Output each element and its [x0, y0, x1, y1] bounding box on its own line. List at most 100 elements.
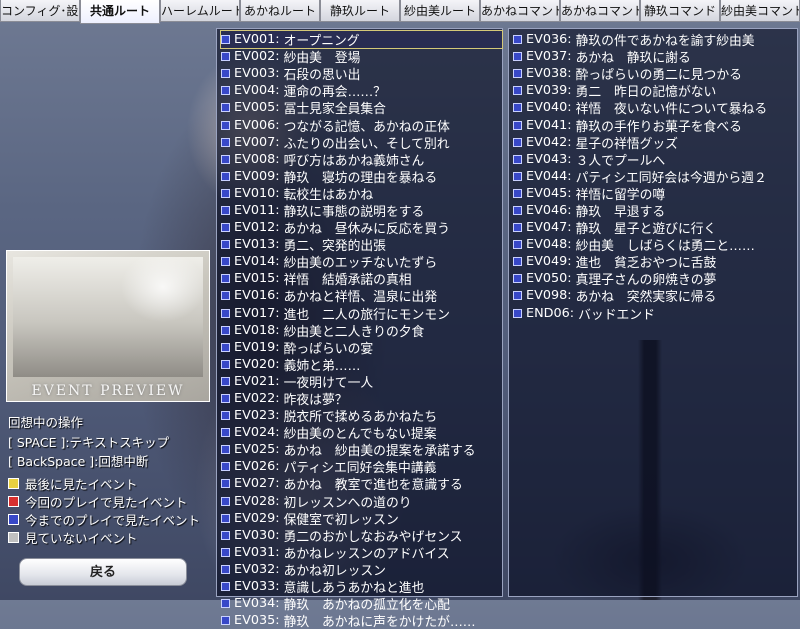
- event-item[interactable]: EV026: パティシエ同好会集中講義: [221, 458, 502, 475]
- tab-harem-route[interactable]: ハーレムルート: [160, 0, 240, 22]
- event-status-marker: [221, 530, 230, 540]
- event-item[interactable]: EV008: 呼び方はあかね義姉さん: [221, 151, 502, 168]
- legend-all-plays: 今までのプレイで見たイベント: [8, 510, 200, 529]
- event-title: 勇二 昨日の記憶がない: [575, 85, 717, 100]
- event-item[interactable]: EV042: 星子の祥悟グッズ: [513, 134, 797, 151]
- legend-label: 今回のプレイで見たイベント: [25, 495, 188, 510]
- event-item[interactable]: EV001: オープニング: [220, 29, 503, 50]
- event-item[interactable]: EV012: あかね 昼休みに反応を買う: [221, 219, 502, 236]
- event-item[interactable]: EV021: 一夜明けて一人: [221, 373, 502, 390]
- event-item[interactable]: EV033: 意識しあうあかねと進也: [221, 578, 502, 595]
- event-item[interactable]: EV039: 勇二 昨日の記憶がない: [513, 82, 797, 99]
- event-status-marker: [221, 171, 230, 181]
- tab-akane-command[interactable]: あかねコマンド: [480, 0, 560, 22]
- event-item[interactable]: EV016: あかねと祥悟、温泉に出発: [221, 287, 502, 305]
- event-item[interactable]: EV098: あかね 突然実家に帰る: [513, 287, 797, 305]
- event-item[interactable]: EV007: ふたりの出会い、そして別れ: [221, 134, 502, 151]
- event-item[interactable]: EV011: 静玖に事態の説明をする: [221, 202, 502, 219]
- event-code: EV020:: [234, 356, 280, 372]
- event-code: EV002:: [234, 49, 280, 65]
- event-item[interactable]: EV048: 紗由美 しばらくは勇二と……: [513, 236, 797, 253]
- event-item[interactable]: EV013: 勇二、突発的出張: [221, 236, 502, 253]
- event-item[interactable]: EV010: 転校生はあかね: [221, 185, 502, 202]
- event-code: EV009:: [234, 168, 280, 184]
- event-item[interactable]: EV022: 昨夜は夢？: [221, 390, 502, 407]
- event-item[interactable]: EV006: つながる記憶、あかねの正体: [221, 116, 502, 134]
- event-status-marker: [513, 154, 522, 164]
- event-item[interactable]: EV024: 紗由美のとんでもない提案: [221, 424, 502, 441]
- event-item[interactable]: EV003: 石段の思い出: [221, 65, 502, 82]
- tab-config[interactable]: コンフィグ･設定: [0, 0, 80, 22]
- event-item[interactable]: EV031: あかねレッスンのアドバイス: [221, 544, 502, 561]
- event-item[interactable]: EV040: 祥悟 夜いない件について暴ねる: [513, 99, 797, 116]
- event-item[interactable]: EV002: 紗由美 登場: [221, 48, 502, 65]
- event-code: EV039:: [526, 83, 572, 99]
- event-item[interactable]: EV043: ３人でプールへ: [513, 151, 797, 168]
- event-item[interactable]: EV030: 勇二のおかしなおみやげセンス: [221, 527, 502, 544]
- event-item[interactable]: EV004: 運命の再会……？: [221, 82, 502, 99]
- event-item[interactable]: EV029: 保健室で初レッスン: [221, 510, 502, 527]
- event-item[interactable]: EV044: パティシエ同好会は今週から週２: [513, 168, 797, 185]
- event-item[interactable]: EV034: 静玖 あかねの孤立化を心配: [221, 595, 502, 612]
- event-item[interactable]: EV036: 静玖の件であかねを諭す紗由美: [513, 31, 797, 48]
- event-code: EV045:: [526, 185, 572, 201]
- event-title: 意識しあうあかねと進也: [283, 581, 425, 596]
- tab-sayumi-command[interactable]: 紗由美コマンド: [720, 0, 800, 22]
- event-title: 祥悟に留学の噂: [575, 187, 666, 202]
- event-item[interactable]: EV037: あかね 静玖に謝る: [513, 48, 797, 65]
- event-status-marker: [221, 616, 230, 626]
- event-item[interactable]: EV025: あかね 紗由美の提案を承諾する: [221, 441, 502, 458]
- event-item[interactable]: EV047: 静玖 星子と遊びに行く: [513, 219, 797, 236]
- event-item[interactable]: EV046: 静玖 早退する: [513, 202, 797, 219]
- event-code: EV007:: [234, 134, 280, 150]
- event-title: あかね 昼休みに反応を買う: [283, 222, 450, 237]
- event-status-marker: [513, 35, 522, 45]
- event-title: 星子の祥悟グッズ: [575, 136, 678, 151]
- event-item[interactable]: EV027: あかね 教室で進也を意識する: [221, 475, 502, 493]
- event-item[interactable]: EV041: 静玖の手作りお菓子を食べる: [513, 116, 797, 134]
- event-item[interactable]: EV038: 酔っぱらいの勇二に見つかる: [513, 65, 797, 82]
- tab-sayumi-route[interactable]: 紗由美ルート: [400, 0, 480, 22]
- event-status-marker: [513, 103, 522, 113]
- tab-akane-command-2[interactable]: あかねコマンド２: [560, 0, 640, 22]
- event-item[interactable]: END06: バッドエンド: [513, 305, 797, 322]
- event-status-marker: [513, 188, 522, 198]
- event-item[interactable]: EV028: 初レッスンへの道のり: [221, 493, 502, 510]
- event-code: EV047:: [526, 220, 572, 236]
- event-item[interactable]: EV032: あかね初レッスン: [221, 561, 502, 578]
- event-item[interactable]: EV020: 義姉と弟……: [221, 356, 502, 373]
- event-item[interactable]: EV017: 進也 二人の旅行にモンモン: [221, 305, 502, 322]
- event-item[interactable]: EV014: 紗由美のエッチないたずら: [221, 253, 502, 270]
- event-status-marker: [221, 291, 230, 301]
- tab-shizuku-route[interactable]: 静玖ルート: [320, 0, 400, 22]
- back-button[interactable]: 戻る: [19, 558, 187, 586]
- legend-this-play: 今回のプレイで見たイベント: [8, 492, 188, 511]
- event-item[interactable]: EV035: 静玖 あかねに声をかけたが……: [221, 612, 502, 629]
- event-item[interactable]: EV009: 静玖 寝坊の理由を暴ねる: [221, 168, 502, 185]
- event-item[interactable]: EV019: 酔っぱらいの宴: [221, 339, 502, 356]
- event-code: EV043:: [526, 151, 572, 167]
- route-tabs: コンフィグ･設定 共通ルート ハーレムルート あかねルート 静玖ルート 紗由美ル…: [0, 0, 800, 24]
- tab-shizuku-command[interactable]: 静玖コマンド: [640, 0, 720, 22]
- event-title: あかね 教室で進也を意識する: [283, 478, 463, 493]
- event-list-left: EV001: オープニング EV002: 紗由美 登場 EV003: 石段の思い出 EV00…: [216, 28, 503, 629]
- preview-image: [13, 257, 203, 377]
- event-status-marker: [513, 223, 522, 233]
- event-item[interactable]: EV049: 進也 貧乏おやつに舌鼓: [513, 253, 797, 270]
- event-code: EV037:: [526, 49, 572, 65]
- event-item[interactable]: EV015: 祥悟 結婚承諾の真相: [221, 270, 502, 287]
- event-code: EV021:: [234, 373, 280, 389]
- legend-label: 見ていないイベント: [25, 531, 138, 546]
- event-item[interactable]: EV005: 冨士見家全員集合: [221, 99, 502, 116]
- tab-akane-route[interactable]: あかねルート: [240, 0, 320, 22]
- event-item[interactable]: EV050: 真理子さんの卵焼きの夢: [513, 270, 797, 287]
- event-title: 静玖の件であかねを諭す紗由美: [575, 34, 755, 49]
- event-title: 転校生はあかね: [283, 187, 374, 202]
- legend-last-seen: 最後に見たイベント: [8, 474, 138, 493]
- legend-swatch-yellow: [8, 478, 19, 489]
- event-item[interactable]: EV023: 脱衣所で揉めるあかねたち: [221, 407, 502, 424]
- event-item[interactable]: EV018: 紗由美と二人きりの夕食: [221, 322, 502, 339]
- legend-swatch-red: [8, 496, 19, 507]
- tab-common-route[interactable]: 共通ルート: [80, 0, 160, 24]
- event-item[interactable]: EV045: 祥悟に留学の噂: [513, 185, 797, 202]
